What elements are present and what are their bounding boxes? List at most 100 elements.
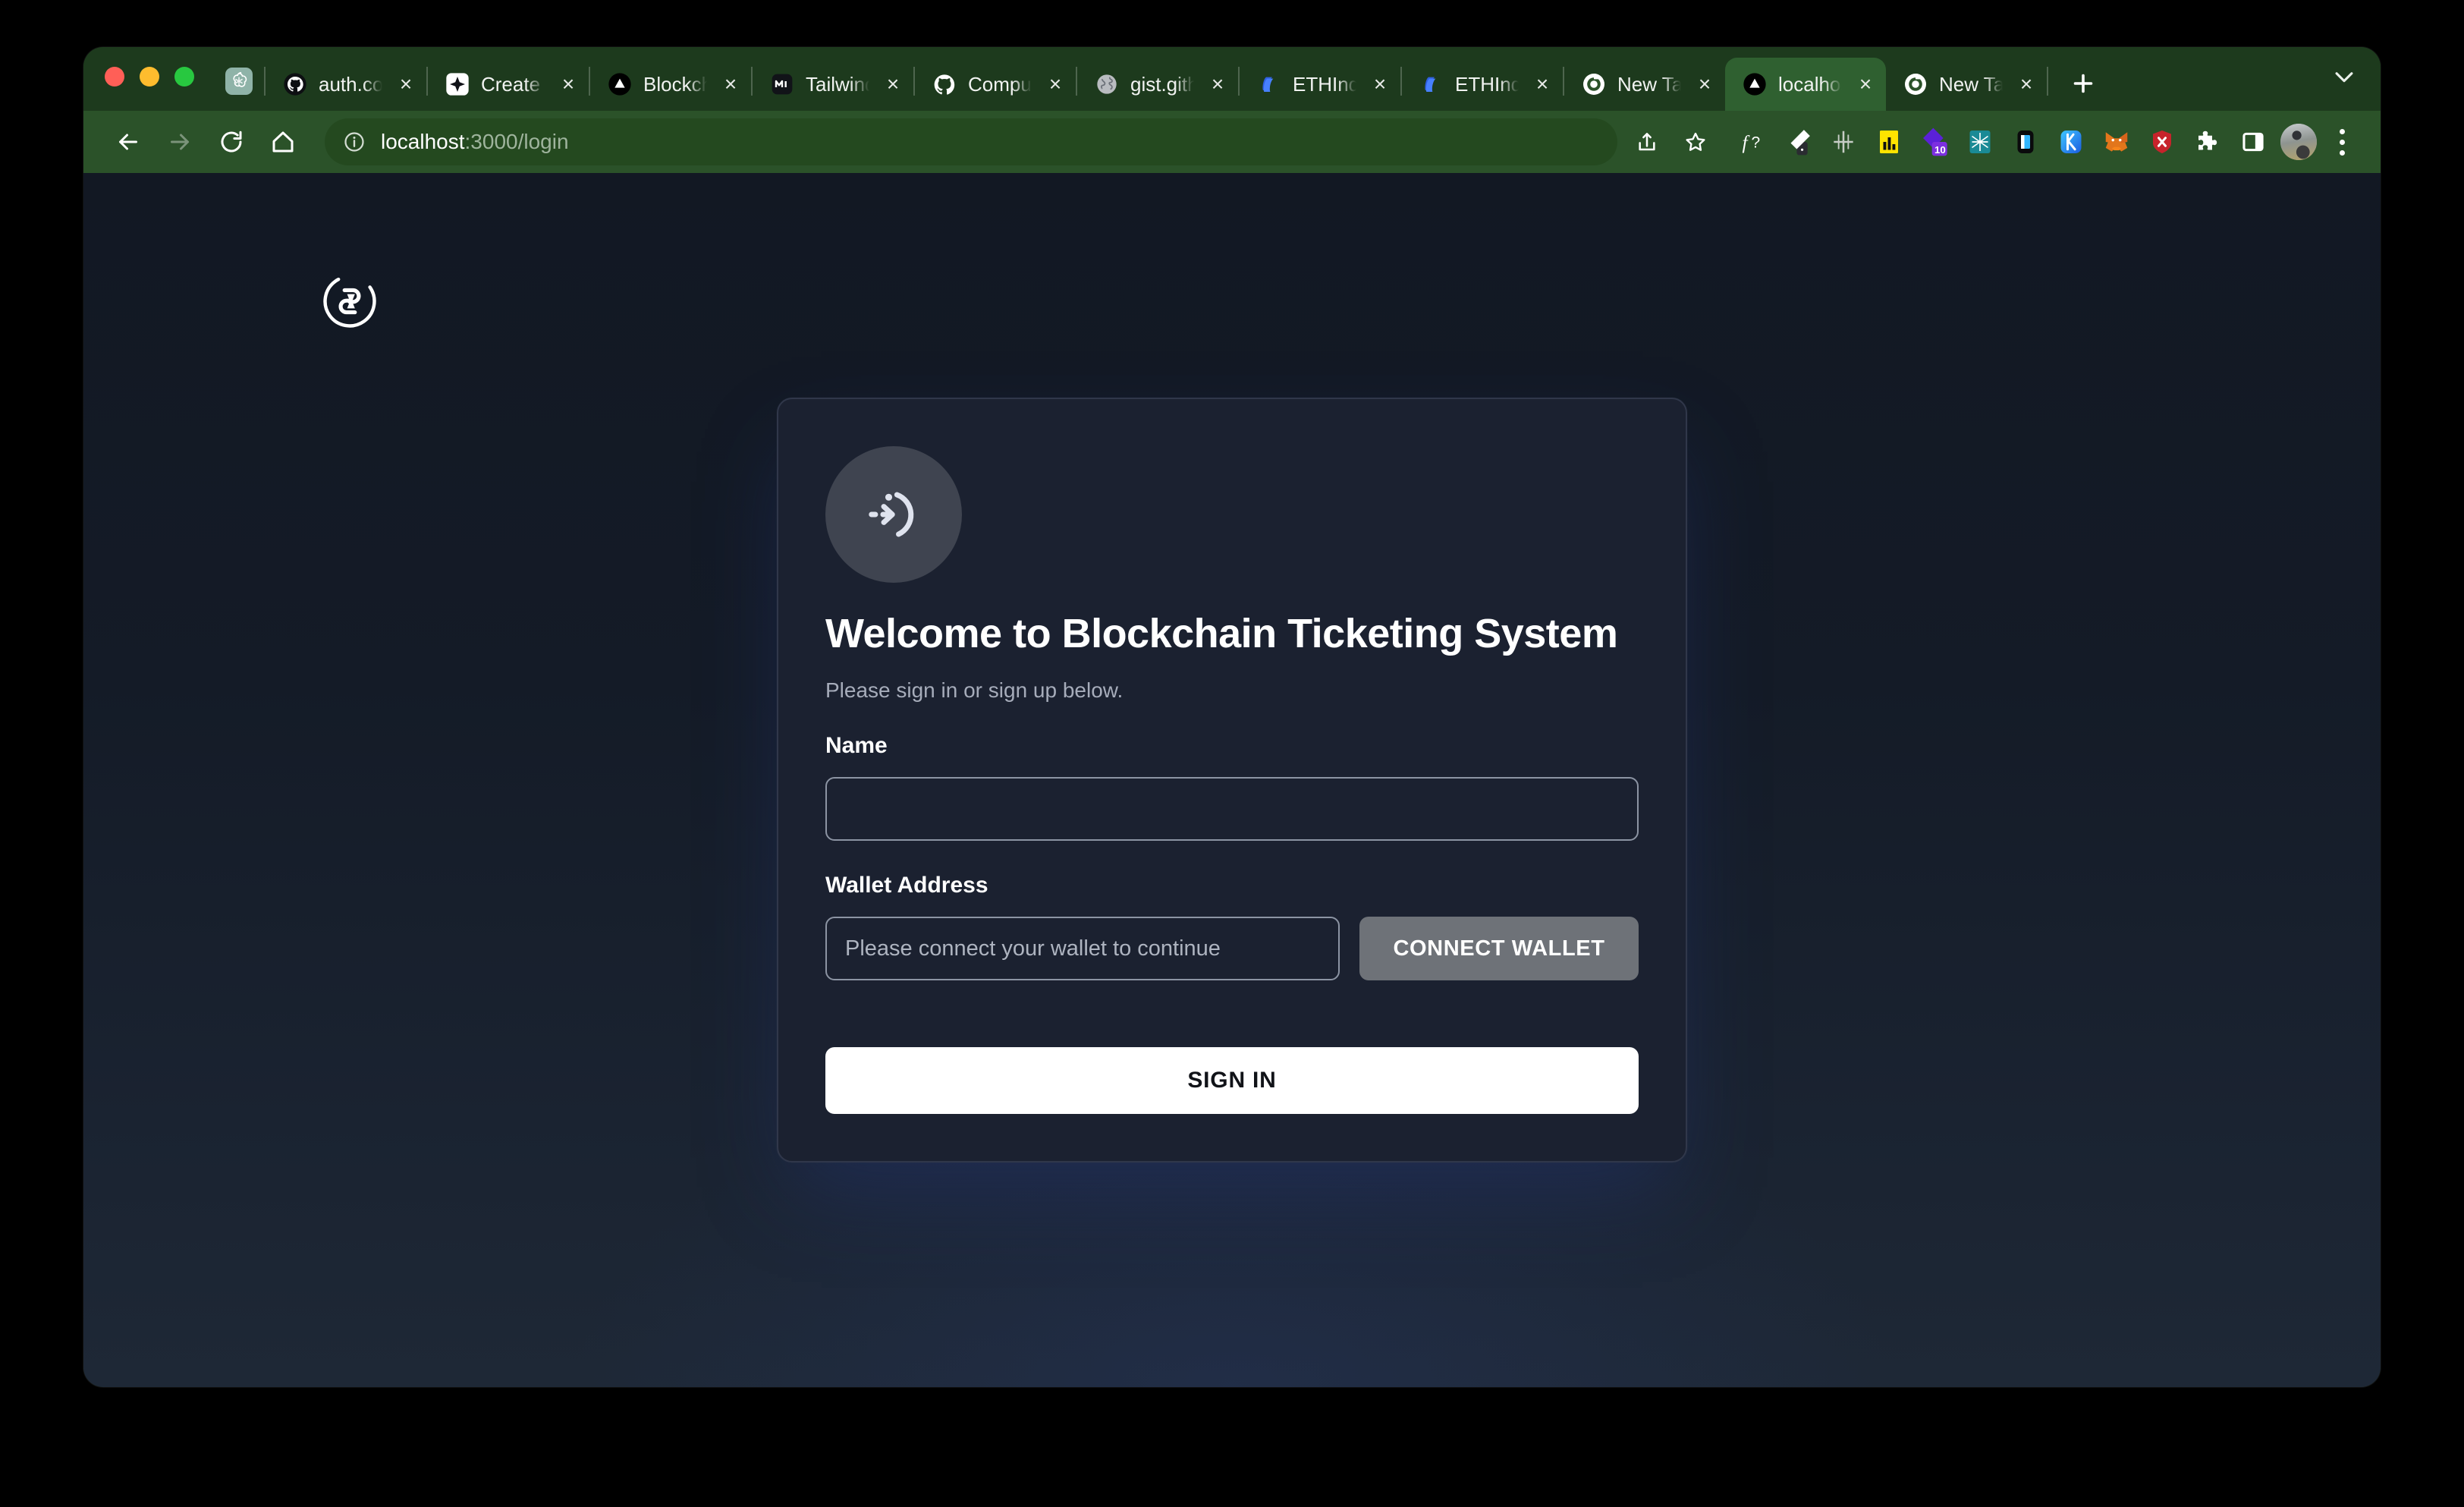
maximize-window-button[interactable] (174, 67, 194, 87)
tab-close-button[interactable]: × (718, 71, 743, 97)
kebab-menu-icon[interactable] (2323, 121, 2361, 163)
browser-tab[interactable]: Blockch × (590, 58, 751, 111)
tab-title: localhos (1778, 72, 1842, 96)
puzzle-icon[interactable] (2186, 121, 2229, 163)
tab-close-button[interactable]: × (1367, 71, 1393, 97)
vercel-diamond-icon (445, 71, 470, 97)
star-icon[interactable] (1674, 120, 1718, 164)
tab-close-button[interactable]: × (393, 71, 419, 97)
svg-text:f: f (1743, 131, 1751, 153)
chrome-icon (1903, 71, 1928, 97)
minimize-window-button[interactable] (140, 67, 159, 87)
github-icon (282, 71, 308, 97)
tab-close-button[interactable]: × (555, 71, 581, 97)
browser-tab[interactable]: Comput × (915, 58, 1076, 111)
tab-title: New Tab (1939, 72, 2003, 96)
tabstrip-right-controls (2308, 47, 2365, 111)
address-bar[interactable]: localhost:3000/login (325, 118, 1617, 165)
browser-tab[interactable]: New Tab × (1564, 58, 1725, 111)
wallet-field-group: Wallet Address CONNECT WALLET (825, 873, 1639, 980)
tab-title: auth.com (319, 72, 382, 96)
tab-title: ETHIndi (1293, 72, 1356, 96)
tab-close-button[interactable]: × (1853, 71, 1878, 97)
connect-wallet-button[interactable]: CONNECT WALLET (1359, 917, 1639, 980)
back-arrow-icon[interactable] (105, 118, 152, 165)
info-circle-icon[interactable] (341, 129, 367, 155)
reload-icon[interactable] (208, 118, 255, 165)
blockchain-link-logo (319, 270, 381, 332)
keplr-wallet-icon[interactable] (2050, 121, 2092, 163)
tab-divider (2047, 67, 2048, 96)
chart-yellow-icon[interactable] (1868, 121, 1910, 163)
tab-strip: auth.com × Create E × Blockch × (83, 47, 2381, 111)
tab-title: gist.gith (1130, 72, 1194, 96)
tabs-area: auth.com × Create E × Blockch × (214, 47, 2308, 111)
page-subtitle: Please sign in or sign up below. (825, 678, 1124, 702)
browser-tab[interactable]: auth.com × (266, 58, 426, 111)
window-traffic-lights (105, 47, 214, 111)
font-inspector-icon[interactable]: f? (1731, 121, 1774, 163)
sign-in-button[interactable]: SIGN IN (825, 1047, 1639, 1114)
chrome-icon (1581, 71, 1607, 97)
github-icon (932, 71, 957, 97)
tab-close-button[interactable]: × (1529, 71, 1555, 97)
wallet-address-input[interactable] (825, 917, 1340, 980)
vercel-triangle-icon (607, 71, 633, 97)
tab-close-button[interactable]: × (1205, 71, 1230, 97)
browser-tab[interactable]: New Tab × (1886, 58, 2047, 111)
address-bar-path: :3000/login (464, 130, 569, 153)
tab-title: Create E (481, 72, 545, 96)
globe-icon (1094, 71, 1120, 97)
tab-title: Comput (968, 72, 1032, 96)
extension-toolbar: f? 10 (1722, 121, 2361, 163)
browser-tab[interactable]: Create E × (428, 58, 589, 111)
chevron-down-icon[interactable] (2323, 55, 2365, 98)
tab-title: Blockch (643, 72, 707, 96)
tab-title: Tailwind (806, 72, 869, 96)
wallet-row: CONNECT WALLET (825, 917, 1639, 980)
login-card: Welcome to Blockchain Ticketing System P… (777, 398, 1687, 1162)
home-icon[interactable] (259, 118, 306, 165)
login-arrow-smiley-icon (825, 446, 962, 583)
tab-close-button[interactable]: × (2013, 71, 2039, 97)
purple-diamond-icon[interactable]: 10 (1913, 121, 1956, 163)
chatgpt-icon (225, 67, 253, 99)
name-field-group: Name (825, 733, 1639, 841)
page-title: Welcome to Blockchain Ticketing System (825, 611, 1618, 656)
browser-toolbar: localhost:3000/login f? 10 (83, 111, 2381, 173)
avatar[interactable] (2277, 121, 2320, 163)
kebab-dot (2339, 149, 2345, 156)
svg-text:10: 10 (1934, 144, 1946, 156)
ethindia-blue-icon (1256, 71, 1282, 97)
browser-tab[interactable]: Tailwind × (753, 58, 913, 111)
browser-window: auth.com × Create E × Blockch × (83, 47, 2381, 1387)
page-viewport: Welcome to Blockchain Ticketing System P… (83, 173, 2381, 1387)
teal-web-icon[interactable] (1959, 121, 2001, 163)
pinned-tab-chatgpt[interactable] (214, 58, 264, 108)
tab-close-button[interactable]: × (1692, 71, 1718, 97)
tab-title: ETHIndi (1455, 72, 1519, 96)
kebab-dot (2339, 139, 2345, 145)
red-x-icon[interactable] (2141, 121, 2183, 163)
browser-tab[interactable]: ETHIndi × (1240, 58, 1400, 111)
share-icon[interactable] (1625, 120, 1669, 164)
side-panel-icon[interactable] (2232, 121, 2274, 163)
browser-tab-active[interactable]: localhos × (1725, 58, 1886, 111)
eyedropper-icon[interactable] (1777, 121, 1819, 163)
ethindia-blue-icon (1419, 71, 1444, 97)
name-input[interactable] (825, 777, 1639, 841)
tab-close-button[interactable]: × (880, 71, 906, 97)
forward-arrow-icon[interactable] (156, 118, 203, 165)
metamask-fox-icon[interactable] (2095, 121, 2138, 163)
ruler-icon[interactable] (1822, 121, 1865, 163)
browser-tab[interactable]: gist.gith × (1077, 58, 1238, 111)
name-label: Name (825, 733, 888, 758)
medium-m-icon (769, 71, 795, 97)
svg-text:?: ? (1752, 134, 1761, 152)
close-window-button[interactable] (105, 67, 124, 87)
new-tab-button[interactable] (2059, 59, 2107, 108)
browser-tab[interactable]: ETHIndi × (1402, 58, 1563, 111)
vercel-triangle-icon (1742, 71, 1768, 97)
device-toolbar-icon[interactable] (2004, 121, 2047, 163)
tab-close-button[interactable]: × (1042, 71, 1068, 97)
